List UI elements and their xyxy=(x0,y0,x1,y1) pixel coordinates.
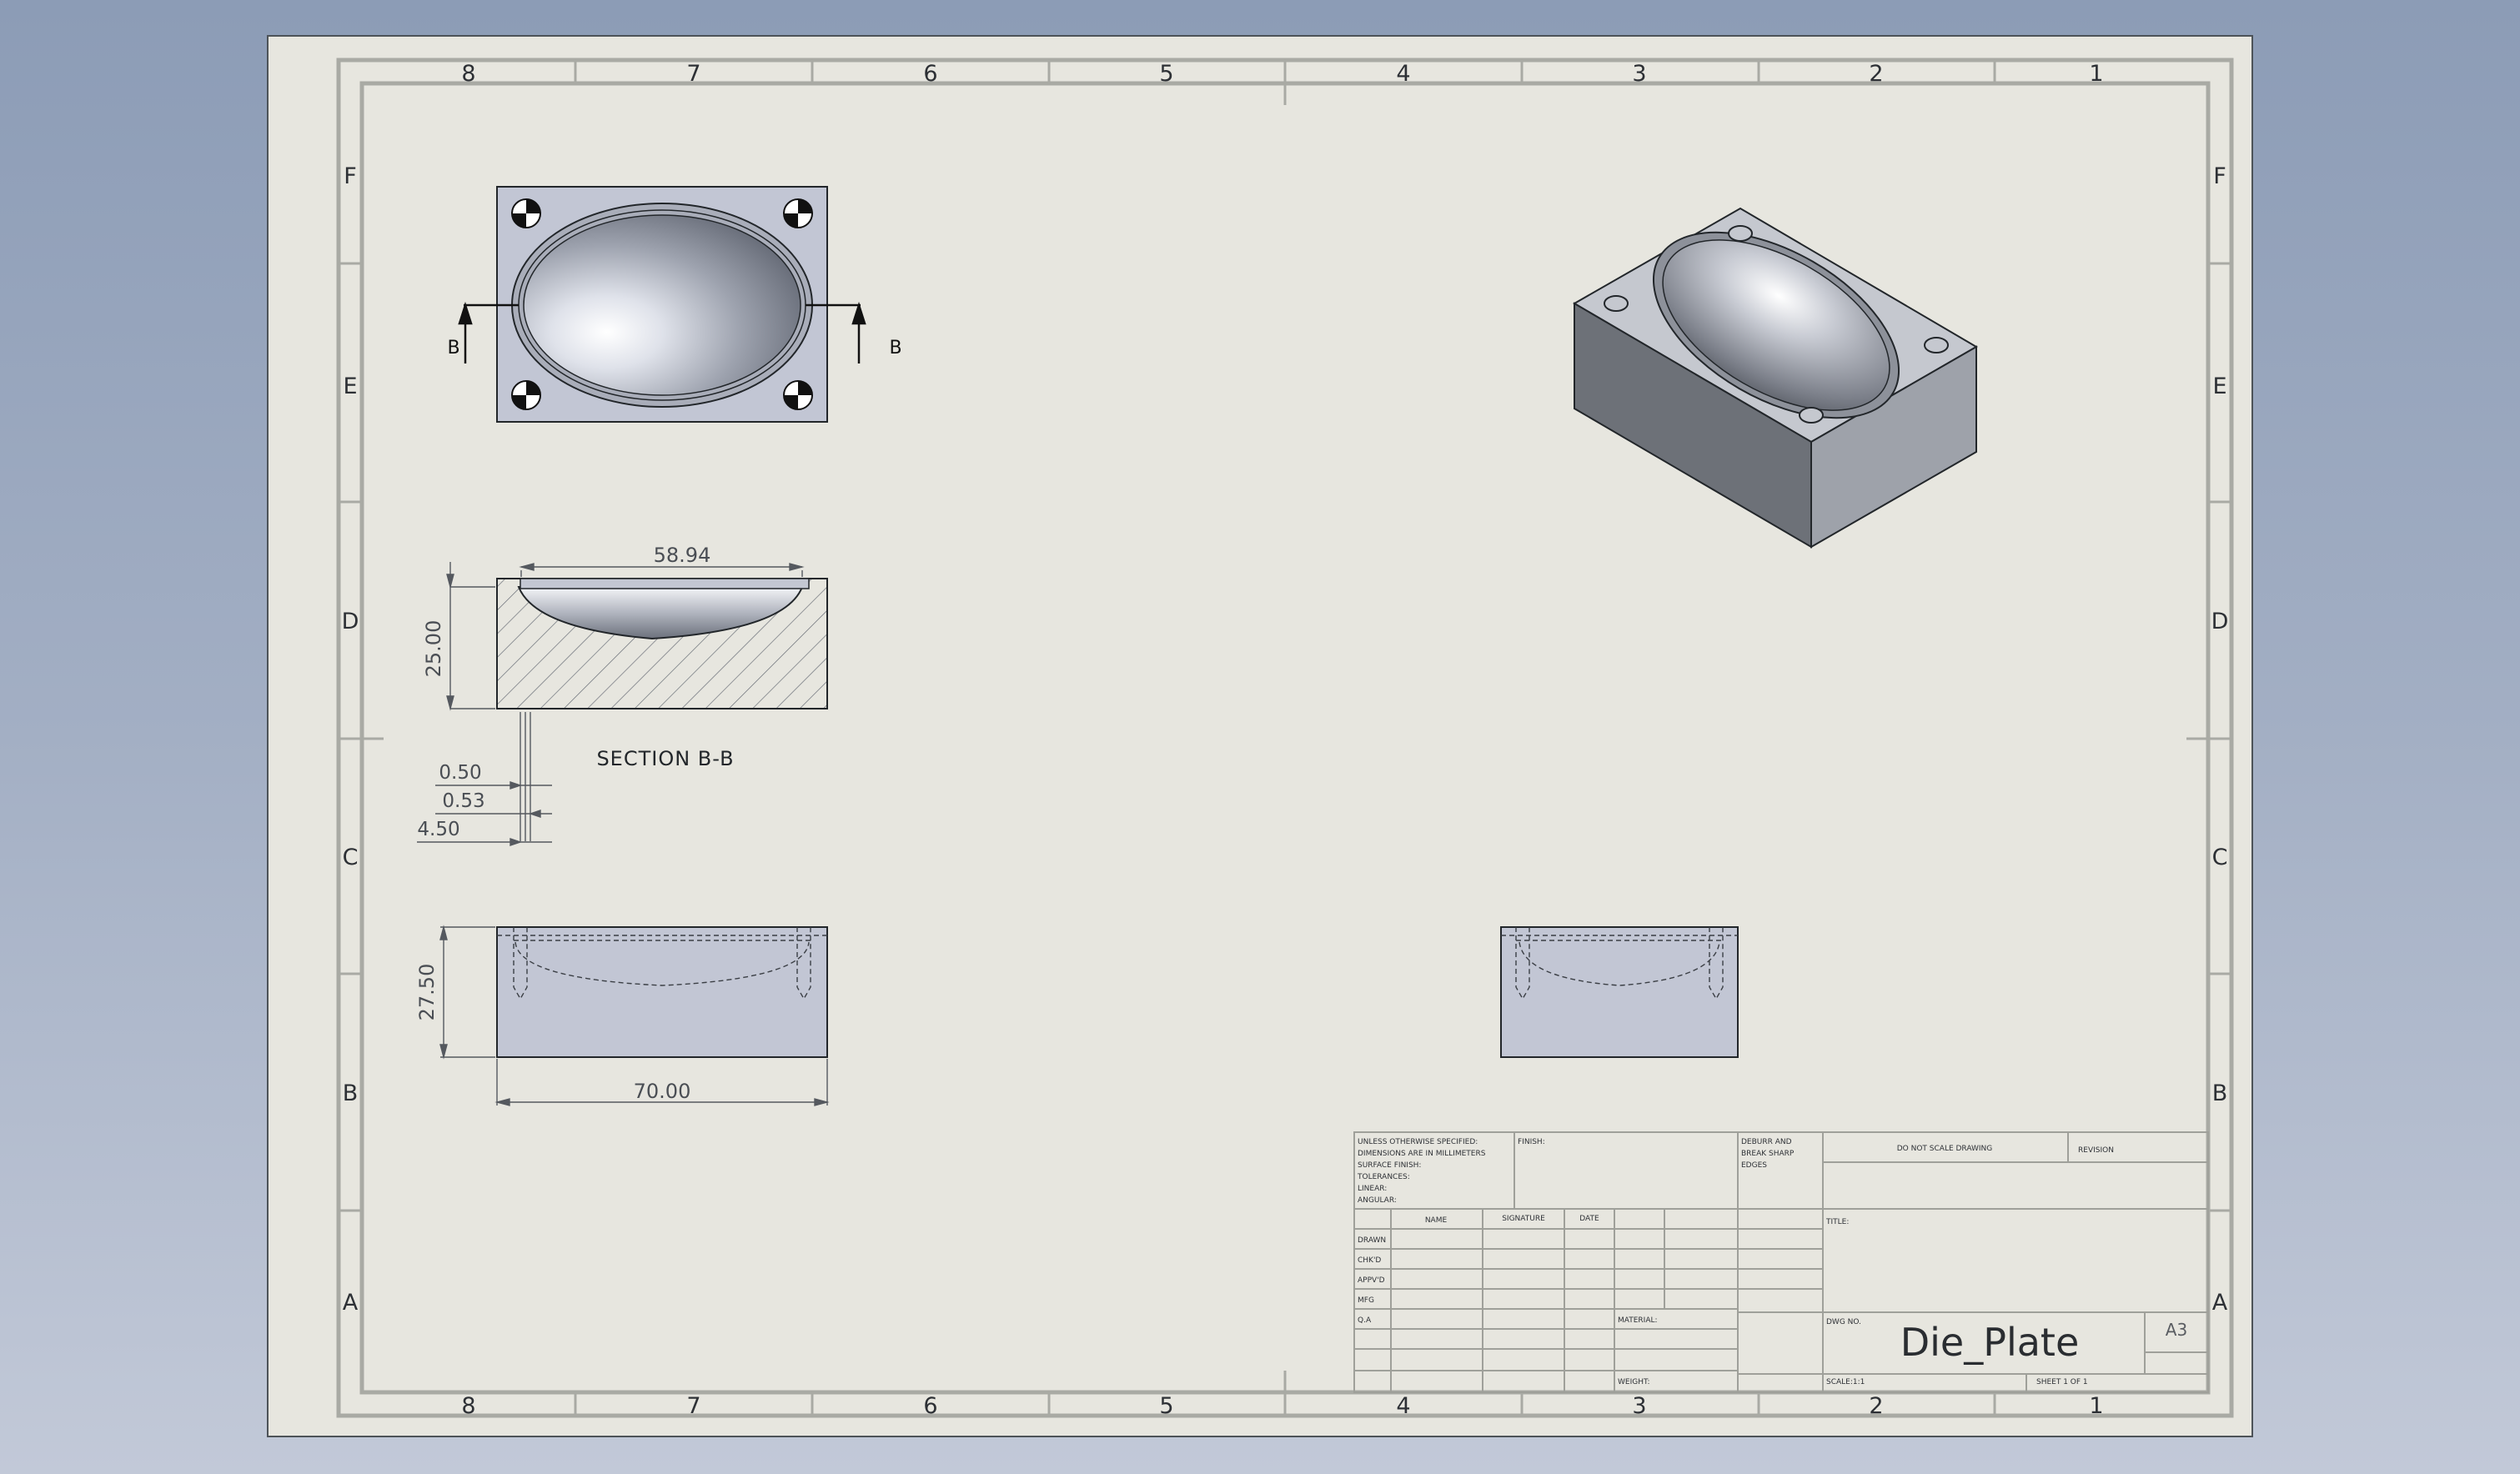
zone-col-5-top: 5 xyxy=(1159,61,1173,87)
center-mark-icon xyxy=(783,198,813,228)
header-name: NAME xyxy=(1425,1216,1448,1225)
revision-label: REVISION xyxy=(2078,1146,2114,1155)
zone-row-d-left: D xyxy=(342,609,359,634)
zone-row-f-right: F xyxy=(2213,163,2226,189)
zone-row-a-left: A xyxy=(343,1290,359,1316)
deburr-line-3: EDGES xyxy=(1741,1161,1767,1170)
arrow-up-icon xyxy=(458,301,473,325)
header-signature: SIGNATURE xyxy=(1502,1215,1545,1223)
zone-col-7-top: 7 xyxy=(686,61,700,87)
isometric-view[interactable] xyxy=(1573,137,1978,549)
scale-label: SCALE:1:1 xyxy=(1826,1378,1865,1386)
top-view[interactable]: B B xyxy=(447,186,902,423)
drawing-sheet[interactable]: 8 7 6 5 4 3 2 1 8 7 6 5 4 3 2 1 F E D C … xyxy=(267,35,2253,1437)
material-label: MATERIAL: xyxy=(1618,1316,1658,1325)
sheet-size: A3 xyxy=(2166,1320,2187,1340)
center-mark-icon xyxy=(511,198,541,228)
title-label: TITLE: xyxy=(1825,1218,1849,1226)
row-qa: Q.A xyxy=(1358,1316,1372,1325)
general-note-3: SURFACE FINISH: xyxy=(1358,1161,1421,1170)
zone-row-c-right: C xyxy=(2212,845,2228,870)
weight-label: WEIGHT: xyxy=(1618,1378,1650,1386)
dwg-no-label: DWG NO. xyxy=(1826,1318,1861,1326)
zone-col-7-bottom: 7 xyxy=(686,1393,700,1419)
dimension-25-00[interactable] xyxy=(446,562,495,711)
dimension-0-53-label: 0.53 xyxy=(442,790,484,812)
drawing-number: Die_Plate xyxy=(1900,1320,2080,1365)
hole-icon xyxy=(1924,337,1949,353)
center-mark-icon xyxy=(511,380,541,410)
arrow-up-icon xyxy=(851,301,866,325)
zone-col-2-bottom: 2 xyxy=(1869,1393,1883,1419)
zone-row-b-right: B xyxy=(2212,1080,2228,1106)
front-view[interactable]: 27.50 70.00 xyxy=(415,925,830,1106)
zone-col-8-top: 8 xyxy=(461,61,475,87)
hole-icon xyxy=(1604,295,1629,312)
zone-col-6-top: 6 xyxy=(923,61,937,87)
deburr-line-1: DEBURR AND xyxy=(1741,1138,1792,1146)
dimension-4-50-label: 4.50 xyxy=(417,819,459,840)
dimension-58-94-label: 58.94 xyxy=(654,544,711,567)
header-date: DATE xyxy=(1579,1215,1599,1223)
no-scale-label: DO NOT SCALE DRAWING xyxy=(1897,1145,1993,1153)
dimension-0-50-label: 0.50 xyxy=(439,762,481,784)
center-mark-icon xyxy=(783,380,813,410)
zone-row-e-left: E xyxy=(343,374,357,399)
dimension-27-50[interactable] xyxy=(439,925,495,1060)
zone-col-5-bottom: 5 xyxy=(1159,1393,1173,1419)
zone-row-a-right: A xyxy=(2212,1290,2228,1316)
zone-row-c-left: C xyxy=(343,845,359,870)
row-approved: APPV'D xyxy=(1358,1276,1385,1285)
dimension-70-00-label: 70.00 xyxy=(634,1080,691,1103)
zone-row-b-left: B xyxy=(343,1080,359,1106)
zone-col-3-top: 3 xyxy=(1632,61,1646,87)
dimension-27-50-label: 27.50 xyxy=(415,964,439,1021)
zone-col-6-bottom: 6 xyxy=(923,1393,937,1419)
zone-col-8-bottom: 8 xyxy=(461,1393,475,1419)
zone-row-f-left: F xyxy=(344,163,357,189)
hole-icon xyxy=(1728,225,1753,242)
finish-label: FINISH: xyxy=(1518,1138,1545,1146)
general-note-2: DIMENSIONS ARE IN MILLIMETERS xyxy=(1358,1150,1486,1158)
general-note-4: TOLERANCES: xyxy=(1357,1173,1410,1181)
dimension-25-00-label: 25.00 xyxy=(422,620,445,678)
general-note-6: ANGULAR: xyxy=(1358,1196,1397,1205)
general-note-1: UNLESS OTHERWISE SPECIFIED: xyxy=(1358,1138,1478,1146)
zone-col-2-top: 2 xyxy=(1869,61,1883,87)
zone-col-1-bottom: 1 xyxy=(2089,1393,2103,1419)
section-title: SECTION B-B xyxy=(596,747,734,770)
zone-col-4-top: 4 xyxy=(1396,61,1410,87)
hole-icon xyxy=(1799,407,1824,424)
zone-row-d-right: D xyxy=(2211,609,2229,634)
sheet-label: SHEET 1 OF 1 xyxy=(2036,1378,2088,1386)
section-marker-right: B xyxy=(889,338,901,358)
zone-col-4-bottom: 4 xyxy=(1396,1393,1410,1419)
row-checked: CHK'D xyxy=(1358,1256,1381,1265)
section-view-b-b[interactable]: 58.94 25.00 SECTION B-B 0.50 0.53 4.50 xyxy=(417,544,828,846)
deburr-line-2: BREAK SHARP xyxy=(1741,1150,1795,1158)
general-note-5: LINEAR: xyxy=(1358,1185,1387,1193)
row-drawn: DRAWN xyxy=(1358,1236,1386,1245)
title-block[interactable] xyxy=(1353,1131,2209,1393)
side-view[interactable] xyxy=(1500,926,1739,1058)
zone-col-1-top: 1 xyxy=(2089,61,2103,87)
row-mfg: MFG xyxy=(1358,1296,1374,1305)
zone-row-e-right: E xyxy=(2212,374,2226,399)
zone-col-3-bottom: 3 xyxy=(1632,1393,1646,1419)
section-marker-left: B xyxy=(447,338,459,358)
